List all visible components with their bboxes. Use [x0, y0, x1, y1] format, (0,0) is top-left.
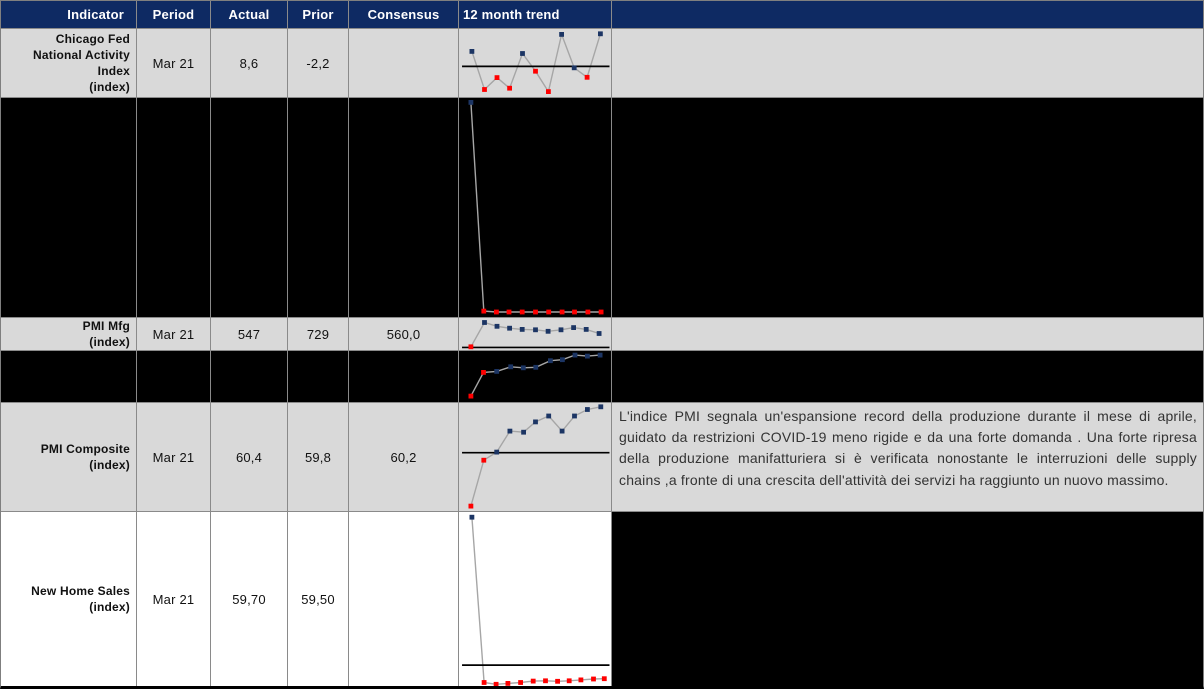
prior-value: 59,50: [288, 512, 349, 687]
actual-value: 59,70: [211, 512, 288, 687]
consensus-value: [349, 351, 459, 403]
period-value: Mar 21: [137, 403, 211, 512]
period-value: Mar 21: [137, 318, 211, 351]
comment-text: L'indice PMI segnala un'espansione recor…: [612, 403, 1203, 512]
indicator-label: PMI Composite (index): [1, 403, 137, 512]
row-chicago-fed: Chicago Fed National Activity Index (ind…: [1, 29, 1203, 98]
prior-value: 59,8: [288, 403, 349, 512]
period-value: Mar 21: [137, 512, 211, 687]
period-value: [137, 351, 211, 403]
economic-indicator-table: Indicator Period Actual Prior Consensus …: [0, 0, 1204, 689]
row-redacted-1: [1, 98, 1203, 318]
row-pmi-composite: PMI Composite (index) Mar 21 60,4 59,8 6…: [1, 403, 1203, 512]
trend-sparkline: [459, 318, 612, 351]
header-row: Indicator Period Actual Prior Consensus …: [1, 1, 1203, 29]
header-prior: Prior: [288, 1, 349, 29]
actual-value: [211, 351, 288, 403]
prior-value: [288, 351, 349, 403]
indicator-label: [1, 98, 137, 318]
indicator-label: New Home Sales (index): [1, 512, 137, 687]
row-pmi-mfg: PMI Mfg (index) Mar 21 547 729 560,0: [1, 318, 1203, 351]
header-comment: [612, 1, 1203, 29]
actual-value: [211, 98, 288, 318]
consensus-value: 60,2: [349, 403, 459, 512]
row-redacted-2: [1, 351, 1203, 403]
comment-cell-redacted: [612, 512, 1203, 687]
header-consensus: Consensus: [349, 1, 459, 29]
comment-cell: [612, 318, 1203, 351]
trend-sparkline: [459, 403, 612, 512]
header-period: Period: [137, 1, 211, 29]
period-value: [137, 98, 211, 318]
consensus-value: [349, 512, 459, 687]
prior-value: [288, 98, 349, 318]
consensus-value: 560,0: [349, 318, 459, 351]
trend-sparkline: [459, 512, 612, 687]
consensus-value: [349, 29, 459, 98]
actual-value: 60,4: [211, 403, 288, 512]
actual-value: 8,6: [211, 29, 288, 98]
actual-value: 547: [211, 318, 288, 351]
indicator-label: [1, 351, 137, 403]
trend-sparkline: [459, 351, 612, 403]
row-new-home-sales: New Home Sales (index) Mar 21 59,70 59,5…: [1, 512, 1203, 687]
prior-value: 729: [288, 318, 349, 351]
consensus-value: [349, 98, 459, 318]
comment-cell: [612, 351, 1203, 403]
prior-value: -2,2: [288, 29, 349, 98]
header-trend: 12 month trend: [459, 1, 612, 29]
comment-cell: [612, 29, 1203, 98]
comment-cell: [612, 98, 1203, 318]
header-actual: Actual: [211, 1, 288, 29]
indicator-label: PMI Mfg (index): [1, 318, 137, 351]
trend-sparkline: [459, 29, 612, 98]
period-value: Mar 21: [137, 29, 211, 98]
header-indicator: Indicator: [1, 1, 137, 29]
trend-sparkline: [459, 98, 612, 318]
indicator-label: Chicago Fed National Activity Index (ind…: [1, 29, 137, 98]
